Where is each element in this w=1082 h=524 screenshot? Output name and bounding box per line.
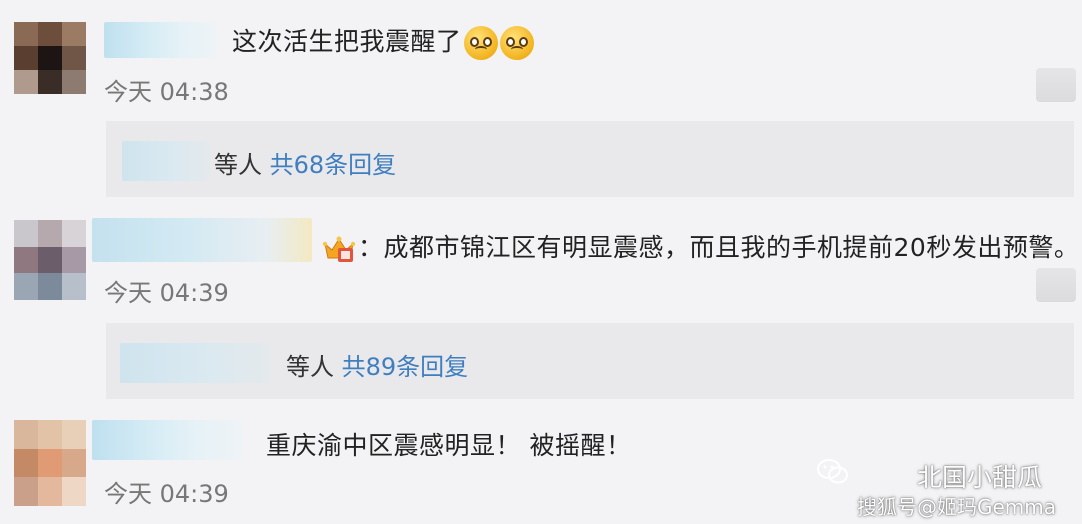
wechat-icon [816,458,850,486]
reply-username-blurred [120,343,270,383]
comment-text-body: 这次活生把我震醒了 [232,27,462,56]
vip-crown-icon [322,234,356,264]
comment-screen: { "comments": [ { "text": "这次活生把我震醒了", "… [0,0,1082,524]
username-blurred[interactable] [92,420,242,460]
watermark-source: 搜狐号@姬玛Gemma [856,495,1056,519]
comment-text-body: 重庆渝中区震感明显！ 被摇醒！ [266,431,632,460]
username-blurred[interactable] [104,22,216,58]
username-blurred[interactable] [92,218,312,262]
avatar[interactable] [14,22,86,94]
reply-who: 等人 [214,151,262,179]
comment-text: 重庆渝中区震感明显！ 被摇醒！ [266,426,631,462]
reply-count-link[interactable]: 共89条回复 [342,353,469,381]
reply-username-blurred [122,141,210,181]
like-icon[interactable] [1036,268,1076,302]
reply-summary[interactable]: 等人 共68条回复 [106,121,1074,197]
comment-text-body: ：成都市锦江区有明显震感，而且我的手机提前20秒发出预警。 [358,233,1080,262]
reply-summary-text[interactable]: 等人 共89条回复 [286,347,468,382]
comment-timestamp: 今天 04:39 [104,279,229,307]
avatar[interactable] [14,220,86,300]
reply-summary-text[interactable]: 等人 共68条回复 [214,145,396,180]
avatar[interactable] [14,420,86,506]
comment-timestamp: 今天 04:39 [104,480,229,508]
reply-who: 等人 [286,353,334,381]
crying-face-icon [499,26,534,60]
like-icon[interactable] [1036,68,1076,102]
comment-timestamp: 今天 04:38 [104,78,229,106]
comment-text: 这次活生把我震醒了 [232,22,534,60]
comment-text: ：成都市锦江区有明显震感，而且我的手机提前20秒发出预警。 [322,228,1079,264]
watermark-account: 北国小甜瓜 [916,463,1042,492]
crying-face-icon [463,26,498,60]
reply-count-link[interactable]: 共68条回复 [270,151,397,179]
reply-summary[interactable]: 等人 共89条回复 [106,323,1074,399]
